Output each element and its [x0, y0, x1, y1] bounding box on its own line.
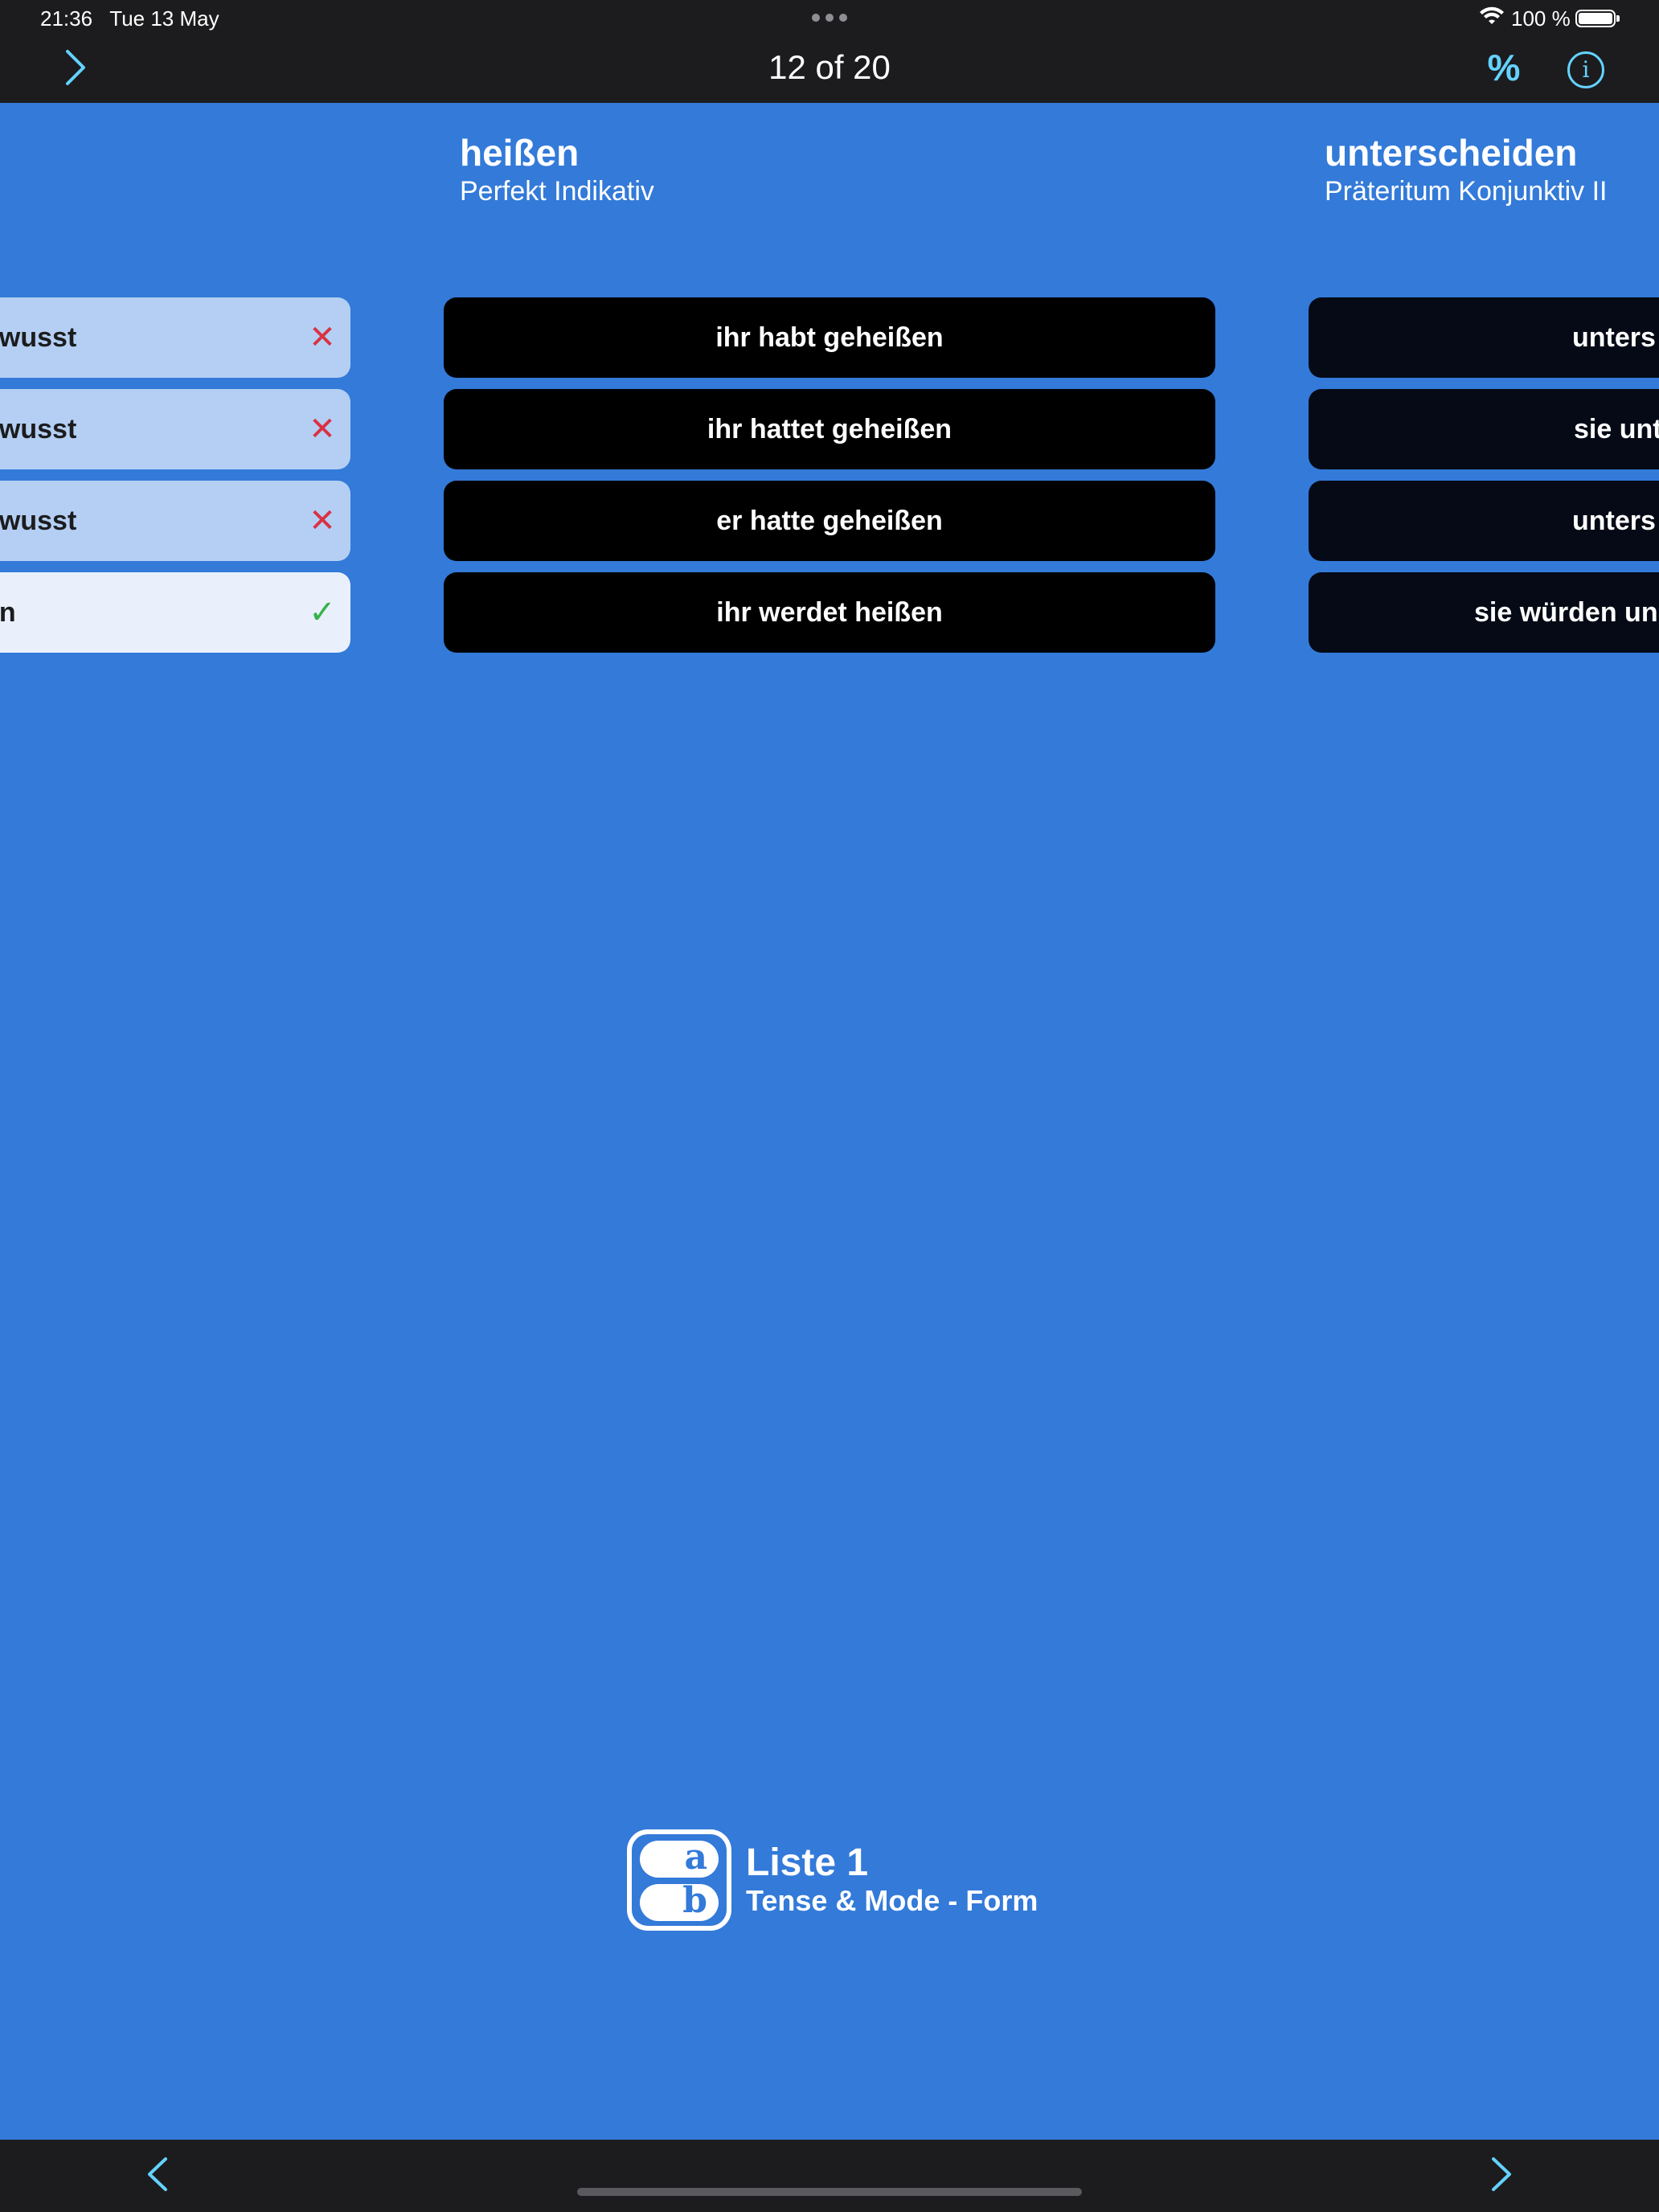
navigation-bar: 12 of 20 % i — [0, 34, 1659, 103]
answer-option[interactable]: ihr habt geheißen — [444, 297, 1215, 378]
wrong-x-icon: ✕ — [309, 503, 336, 539]
battery-percentage: 100 % — [1511, 6, 1571, 31]
card-header: unterscheiden Präteritum Konjunktiv II — [1325, 130, 1607, 207]
answer-option[interactable]: ewusst ✕ — [0, 481, 350, 561]
bottom-toolbar — [0, 2140, 1659, 2212]
answer-option[interactable]: ihr hattet geheißen — [444, 389, 1215, 469]
answer-text: ewusst — [0, 322, 77, 353]
percent-icon[interactable]: % — [1484, 45, 1524, 90]
answer-option[interactable]: sie würden un — [1309, 572, 1659, 653]
answer-text: sie würden un — [1474, 596, 1658, 628]
answer-option[interactable]: ewusst ✕ — [0, 389, 350, 469]
card-header: heißen Perfekt Indikativ — [460, 130, 654, 207]
logo-letter-a: a — [684, 1837, 707, 1878]
wrong-x-icon: ✕ — [309, 320, 336, 355]
answer-option[interactable]: er hatte geheißen — [444, 481, 1215, 561]
logo-letter-b: b — [682, 1880, 707, 1921]
answer-text: ewusst — [0, 413, 77, 444]
answer-text: unters — [1572, 505, 1656, 536]
battery-icon — [1575, 10, 1620, 27]
wrong-x-icon: ✕ — [309, 412, 336, 447]
answer-option-correct[interactable]: en ✓ — [0, 572, 350, 653]
list-title: Liste 1 — [746, 1841, 869, 1884]
answer-text: unters — [1572, 322, 1656, 353]
answer-option[interactable]: ihr werdet heißen — [444, 572, 1215, 653]
verb-title: unterscheiden — [1325, 132, 1578, 174]
home-indicator[interactable] — [577, 2188, 1082, 2196]
answer-text: sie unt — [1574, 413, 1659, 444]
answer-option[interactable]: sie unt — [1309, 389, 1659, 469]
status-date: Tue 13 May — [109, 6, 219, 31]
wifi-icon — [1480, 6, 1504, 24]
multitasking-dots-icon[interactable] — [812, 14, 847, 22]
answer-option[interactable]: unters — [1309, 481, 1659, 561]
answer-text: ihr werdet heißen — [716, 596, 943, 628]
status-time: 21:36 — [40, 6, 93, 31]
answer-text: er hatte geheißen — [716, 505, 943, 536]
tense-label: Präteritum Konjunktiv II — [1325, 176, 1608, 207]
status-bar: 21:36 Tue 13 May 100 % — [0, 0, 1659, 34]
answer-option[interactable]: unters — [1309, 297, 1659, 378]
checkmark-icon: ✓ — [309, 595, 336, 630]
verb-title: heißen — [460, 132, 580, 174]
status-time-date: 21:36 Tue 13 May — [40, 6, 219, 31]
answer-text: ewusst — [0, 505, 77, 536]
answer-text: ihr hattet geheißen — [707, 413, 952, 444]
answer-option[interactable]: ewusst ✕ — [0, 297, 350, 378]
progress-title: 12 of 20 — [768, 48, 891, 86]
answer-text: en — [0, 596, 16, 628]
screen: 21:36 Tue 13 May 100 % 12 of 20 % i ewus… — [0, 0, 1659, 2212]
chevron-left-icon[interactable] — [141, 2154, 174, 2194]
list-subtitle: Tense & Mode - Form — [746, 1884, 1038, 1917]
answer-text: ihr habt geheißen — [715, 322, 944, 353]
tense-label: Perfekt Indikativ — [460, 176, 654, 207]
ab-list-logo-icon: a b — [627, 1829, 731, 1931]
info-circle-icon[interactable]: i — [1567, 51, 1604, 88]
chevron-right-icon[interactable] — [1485, 2154, 1518, 2194]
